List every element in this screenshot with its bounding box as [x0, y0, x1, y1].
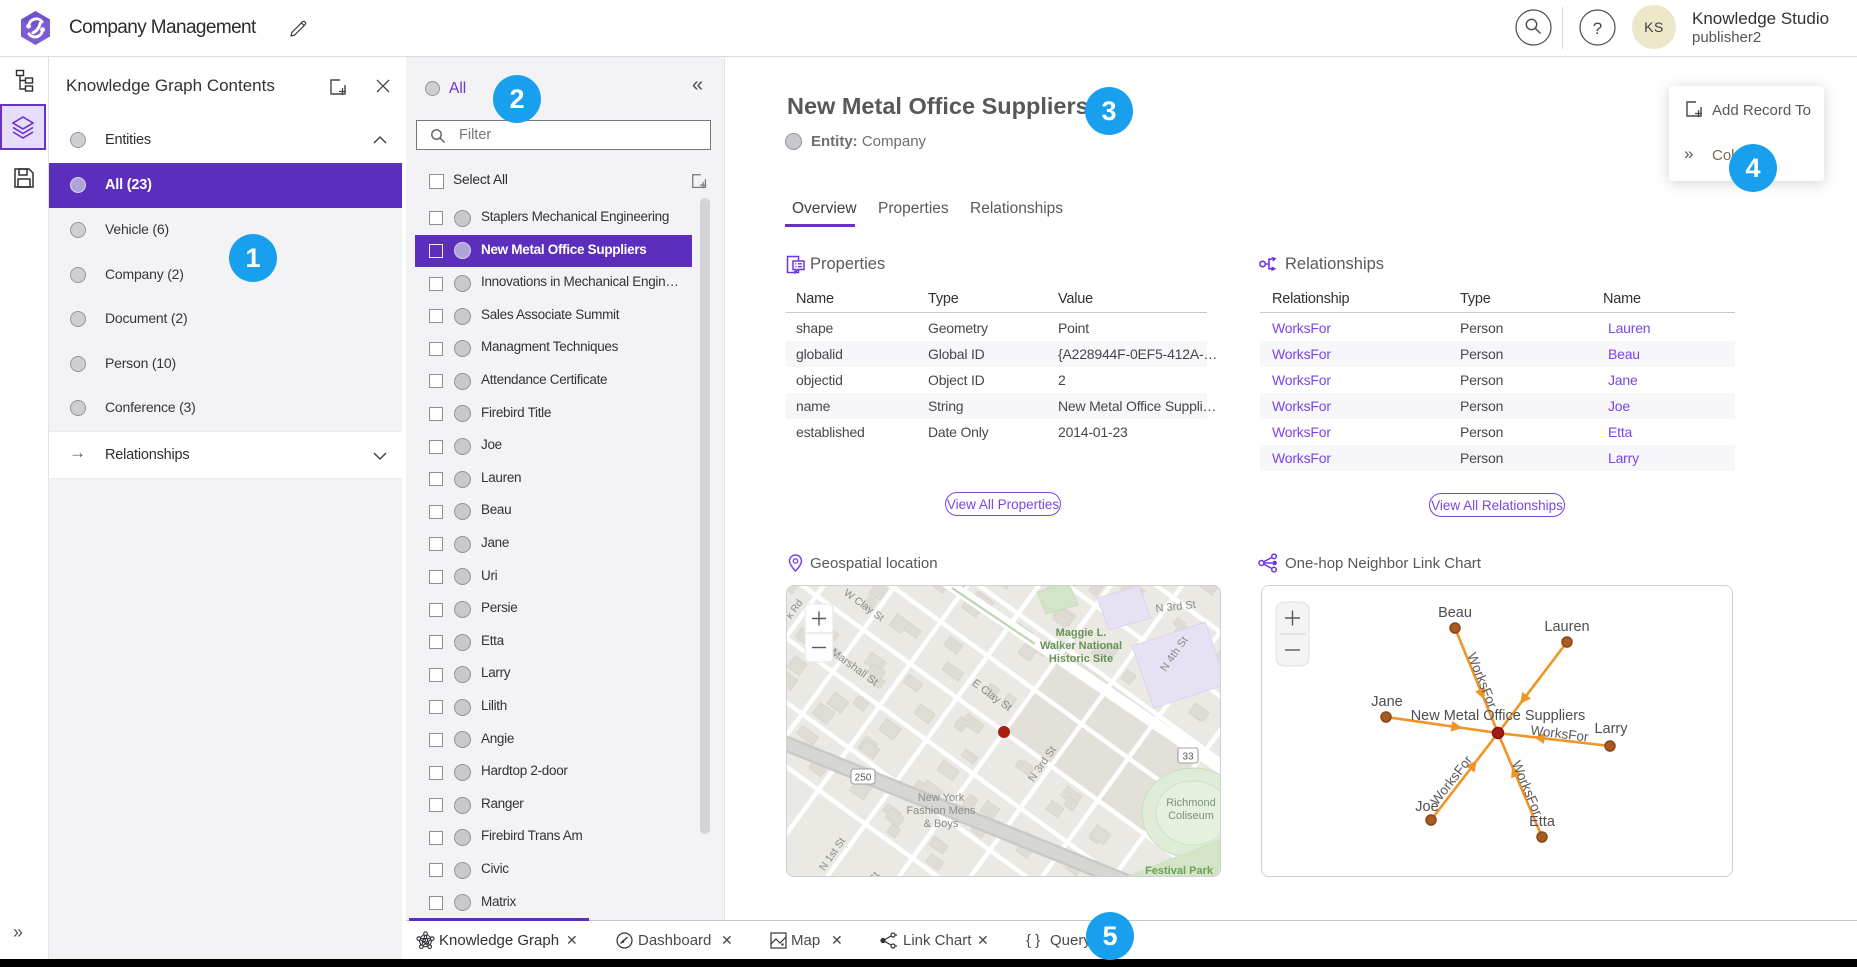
- svg-text:Lauren: Lauren: [1544, 619, 1589, 635]
- svg-text:WorksFor: WorksFor: [1428, 752, 1476, 808]
- svg-text:WorksFor: WorksFor: [1464, 650, 1500, 710]
- svg-text:Historic Site: Historic Site: [1049, 653, 1113, 665]
- svg-text:33: 33: [1182, 752, 1194, 763]
- svg-text:Beau: Beau: [1438, 605, 1472, 621]
- svg-text:Coliseum: Coliseum: [1168, 810, 1214, 822]
- svg-text:New Metal Office Suppliers: New Metal Office Suppliers: [1411, 708, 1586, 724]
- svg-text:Larry: Larry: [1594, 721, 1628, 737]
- svg-text:Jane: Jane: [1371, 694, 1402, 710]
- svg-text:250: 250: [855, 773, 872, 784]
- svg-text:& Boys: & Boys: [924, 818, 959, 830]
- svg-text:Festival Park: Festival Park: [1145, 865, 1214, 877]
- svg-text:New York: New York: [918, 792, 965, 804]
- svg-text:Walker National: Walker National: [1040, 640, 1122, 652]
- svg-text:?: ?: [1593, 19, 1602, 38]
- svg-text:WorksFor: WorksFor: [1509, 758, 1546, 818]
- svg-text:Fashion Mens: Fashion Mens: [906, 805, 976, 817]
- svg-text:Maggie L.: Maggie L.: [1056, 627, 1107, 639]
- svg-text:Richmond: Richmond: [1166, 797, 1216, 809]
